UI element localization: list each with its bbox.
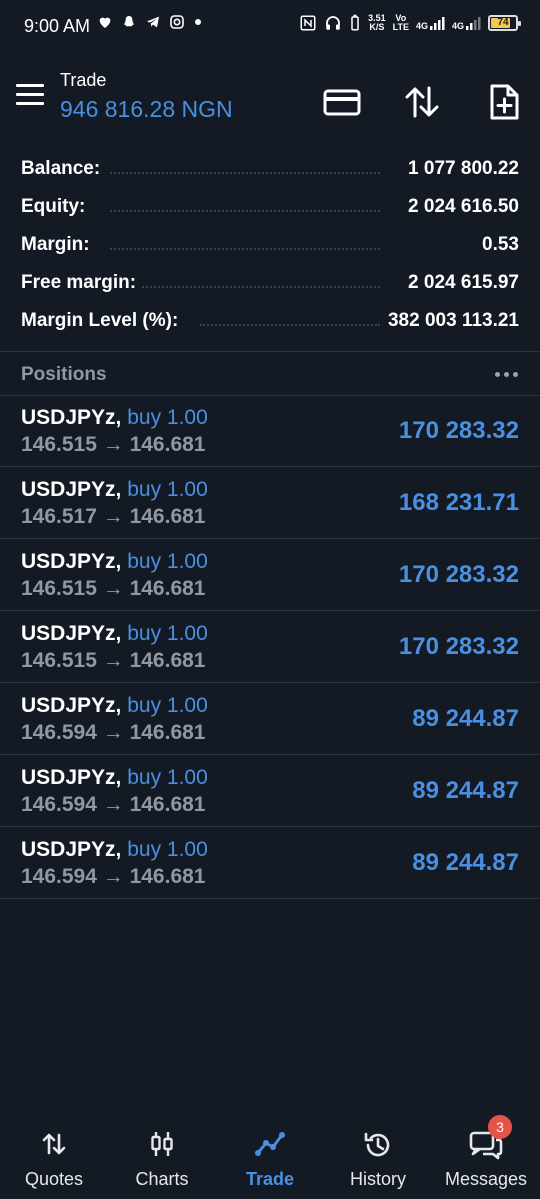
bottom-navigation: Quotes Charts Trade History 3 Messages [0, 1115, 540, 1199]
battery-icon: 74 [488, 15, 521, 31]
battery-saver-icon [351, 14, 359, 31]
summary-label: Margin: [21, 234, 96, 256]
nav-label: Quotes [24, 1169, 84, 1189]
summary-value: 0.53 [476, 234, 519, 256]
sort-arrows-icon[interactable] [402, 82, 442, 122]
position-profit: 89 244.87 [412, 849, 519, 876]
position-side: buy 1.00 [127, 406, 208, 429]
position-row[interactable]: USDJPYz, buy 1.00 146.515 → 146.681 170 … [0, 395, 540, 467]
page-title: Trade [60, 70, 107, 90]
position-side: buy 1.00 [127, 838, 208, 861]
position-row[interactable]: USDJPYz, buy 1.00 146.594 → 146.681 89 2… [0, 827, 540, 899]
position-profit: 168 231.71 [398, 489, 519, 516]
position-side: buy 1.00 [127, 550, 208, 573]
summary-value: 2 024 615.97 [402, 272, 519, 294]
notification-icons [97, 14, 203, 30]
position-side: buy 1.00 [127, 766, 208, 789]
status-bar: 9:00 AM 3.51 K/S Vo LTE 4G 4G 74 [0, 0, 540, 56]
instagram-icon [170, 15, 184, 29]
position-prices: 146.515 → 146.681 [21, 577, 206, 600]
position-profit: 170 283.32 [398, 417, 519, 444]
nav-label: Charts [135, 1169, 189, 1189]
quotes-arrows-icon [42, 1133, 66, 1155]
summary-row-equity: Equity: 2 024 616.50 [0, 188, 540, 226]
telegram-icon [147, 16, 159, 28]
position-row[interactable]: USDJPYz, buy 1.00 146.515 → 146.681 170 … [0, 539, 540, 611]
position-profit: 170 283.32 [398, 561, 519, 588]
app-header: Trade 946 816.28 NGN [0, 60, 540, 140]
nav-quotes[interactable]: Quotes [0, 1119, 108, 1199]
nfc-icon [300, 15, 316, 31]
position-prices: 146.515 → 146.681 [21, 649, 206, 672]
position-symbol: USDJPYz, [21, 478, 122, 501]
headphones-icon [326, 16, 340, 30]
position-symbol: USDJPYz, [21, 550, 122, 573]
hamburger-menu-icon[interactable] [16, 84, 44, 106]
header-balance: 946 816.28 NGN [60, 96, 233, 122]
position-side: buy 1.00 [127, 478, 208, 501]
summary-label: Margin Level (%): [21, 310, 185, 332]
nav-label: History [349, 1169, 406, 1189]
summary-label: Free margin: [21, 272, 143, 294]
summary-label: Equity: [21, 196, 92, 218]
history-clock-icon [364, 1132, 390, 1157]
position-prices: 146.515 → 146.681 [21, 433, 206, 456]
position-symbol: USDJPYz, [21, 622, 122, 645]
summary-row-margin-level: Margin Level (%): 382 003 113.21 [0, 302, 540, 340]
new-order-document-icon[interactable] [484, 82, 524, 122]
messages-badge: 3 [488, 1115, 512, 1139]
position-symbol: USDJPYz, [21, 838, 122, 861]
position-profit: 170 283.32 [398, 633, 519, 660]
position-side: buy 1.00 [127, 622, 208, 645]
position-prices: 146.594 → 146.681 [21, 793, 206, 816]
heart-icon [99, 17, 111, 28]
nav-trade[interactable]: Trade [216, 1119, 324, 1199]
network-speed: 3.51 K/S [368, 13, 386, 32]
positions-header: Positions [0, 355, 540, 395]
signal-1: 4G [416, 15, 445, 31]
system-icons: 3.51 K/S Vo LTE 4G 4G 74 [299, 13, 521, 32]
account-summary: Balance: 1 077 800.22 Equity: 2 024 616.… [0, 150, 540, 340]
dot-icon [195, 19, 201, 25]
nav-charts[interactable]: Charts [108, 1119, 216, 1199]
position-row[interactable]: USDJPYz, buy 1.00 146.594 → 146.681 89 2… [0, 683, 540, 755]
signal-2: 4G [452, 15, 481, 31]
position-profit: 89 244.87 [412, 705, 519, 732]
positions-list: USDJPYz, buy 1.00 146.515 → 146.681 170 … [0, 395, 540, 899]
candlestick-icon [151, 1132, 173, 1156]
summary-value: 2 024 616.50 [402, 196, 519, 218]
summary-value: 382 003 113.21 [381, 310, 519, 332]
trade-line-icon [255, 1132, 285, 1156]
positions-title: Positions [21, 364, 107, 385]
position-row[interactable]: USDJPYz, buy 1.00 146.517 → 146.681 168 … [0, 467, 540, 539]
snapchat-icon [123, 16, 135, 27]
position-symbol: USDJPYz, [21, 766, 122, 789]
nav-label: Messages [444, 1169, 528, 1189]
summary-row-margin: Margin: 0.53 [0, 226, 540, 264]
position-symbol: USDJPYz, [21, 694, 122, 717]
nav-messages[interactable]: 3 Messages [432, 1115, 540, 1199]
position-side: buy 1.00 [127, 694, 208, 717]
summary-value: 1 077 800.22 [402, 158, 519, 180]
volte-indicator: Vo LTE [392, 13, 409, 32]
summary-label: Balance: [21, 158, 107, 180]
signal-bars-icon [466, 17, 481, 30]
position-symbol: USDJPYz, [21, 406, 122, 429]
position-prices: 146.517 → 146.681 [21, 505, 206, 528]
more-options-icon[interactable] [495, 372, 518, 377]
position-prices: 146.594 → 146.681 [21, 865, 206, 888]
battery-level: 74 [497, 17, 509, 28]
summary-row-balance: Balance: 1 077 800.22 [0, 150, 540, 188]
credit-card-icon[interactable] [322, 82, 362, 122]
position-row[interactable]: USDJPYz, buy 1.00 146.594 → 146.681 89 2… [0, 755, 540, 827]
signal-bars-icon [429, 17, 445, 30]
position-profit: 89 244.87 [412, 777, 519, 804]
position-row[interactable]: USDJPYz, buy 1.00 146.515 → 146.681 170 … [0, 611, 540, 683]
nav-label: Trade [245, 1169, 295, 1189]
position-prices: 146.594 → 146.681 [21, 721, 206, 744]
status-time: 9:00 AM [24, 16, 91, 36]
divider [0, 351, 540, 352]
summary-row-free-margin: Free margin: 2 024 615.97 [0, 264, 540, 302]
nav-history[interactable]: History [324, 1119, 432, 1199]
